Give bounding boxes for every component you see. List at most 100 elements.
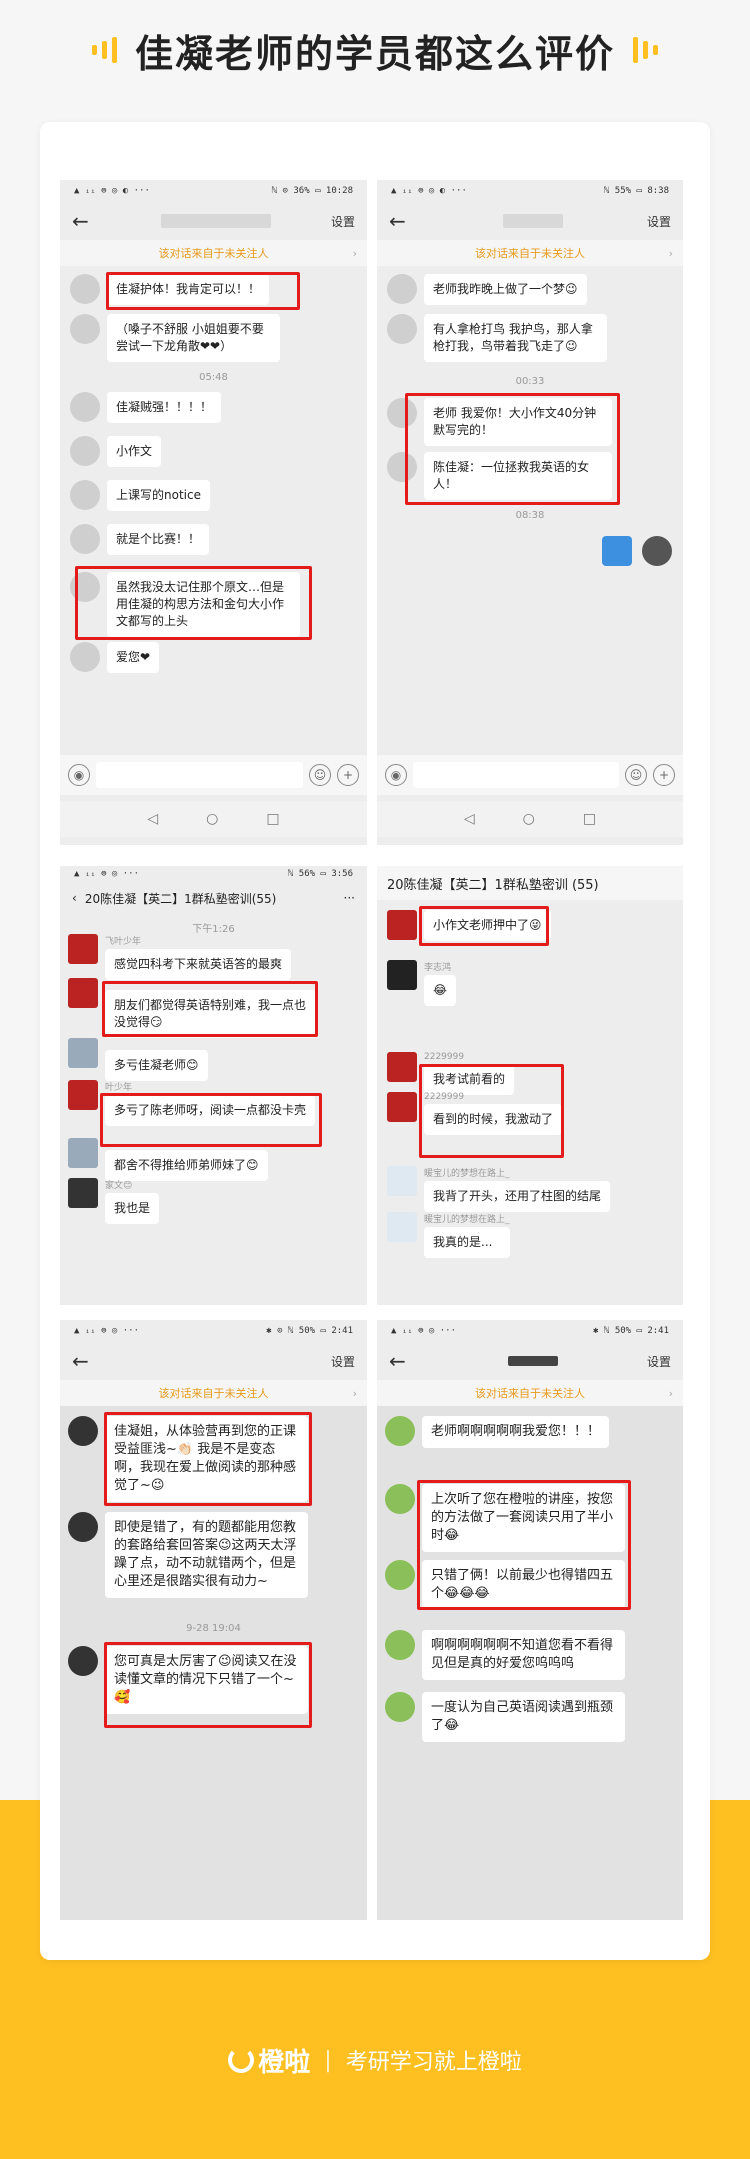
avatar[interactable] (68, 934, 98, 964)
avatar[interactable] (387, 1052, 417, 1082)
avatar[interactable] (70, 642, 100, 672)
back-triangle-icon[interactable]: ◁ (464, 811, 475, 827)
chat-message: 飞叶少年 感觉四科考下来就英语答的最爽 (68, 934, 292, 980)
chat-message: 啊啊啊啊啊啊不知道您看不看得见但是真的好爱您呜呜呜 (385, 1630, 625, 1680)
recents-square-icon[interactable]: □ (266, 811, 279, 827)
avatar[interactable] (70, 524, 100, 554)
highlight-box (104, 1642, 312, 1728)
avatar[interactable] (385, 1630, 415, 1660)
back-arrow-icon[interactable]: ← (72, 1349, 102, 1373)
settings-button[interactable]: 设置 (647, 213, 671, 230)
settings-button[interactable]: 设置 (331, 213, 355, 230)
chat-message: 老师我昨晚上做了一个梦😉 (387, 274, 587, 305)
warning-text: 该对话来自于未关注人 (475, 247, 585, 260)
status-bar: ▲ ᵢᵢ ⊜ ◎ ··· ✱ ℕ 50% ▭ 2:41 (377, 1320, 683, 1342)
avatar[interactable] (68, 1646, 98, 1676)
stranger-warning-banner[interactable]: 该对话来自于未关注人 › (377, 240, 683, 266)
chat-message: （嗓子不舒服 小姐姐要不要尝试一下龙角散❤❤） (70, 314, 280, 362)
avatar[interactable] (68, 1512, 98, 1542)
back-arrow-icon[interactable]: ← (389, 209, 419, 233)
avatar[interactable] (385, 1692, 415, 1722)
avatar[interactable] (68, 1416, 98, 1446)
avatar[interactable] (68, 1038, 98, 1068)
avatar[interactable] (70, 274, 100, 304)
avatar[interactable] (70, 314, 100, 344)
back-arrow-icon[interactable]: ← (389, 1349, 419, 1373)
avatar[interactable] (385, 1416, 415, 1446)
recents-square-icon[interactable]: □ (583, 811, 596, 827)
message-bubble: 有人拿枪打鸟 我护鸟，那人拿枪打我，鸟带着我飞走了😉 (424, 314, 607, 362)
avatar[interactable] (385, 1484, 415, 1514)
emoji-icon[interactable]: ☺ (625, 764, 647, 786)
back-arrow-icon[interactable]: ← (72, 209, 102, 233)
highlight-box (102, 981, 318, 1037)
chat-message: 上课写的notice (70, 480, 210, 511)
sender-nickname: 家文😊 (105, 1181, 133, 1191)
status-icons-left: ▲ ᵢᵢ ⊜ ◎ ◐ ··· (74, 186, 150, 196)
group-chat-screenshot-1: ▲ ᵢᵢ ⊜ ◎ ··· ℕ 56% ▭ 3:56 ‹ 20陈佳凝【英二】1群私塾… (60, 866, 367, 1305)
plus-icon[interactable]: + (653, 764, 675, 786)
stranger-warning-banner[interactable]: 该对话来自于未关注人 › (377, 1380, 683, 1406)
blurred-contact-name (502, 214, 563, 228)
group-name: 20陈佳凝【英二】1群私塾密训 (55) (377, 866, 683, 900)
warning-text: 该对话来自于未关注人 (158, 1387, 269, 1400)
voice-icon[interactable]: ◉ (385, 764, 407, 786)
voice-icon[interactable]: ◉ (68, 764, 90, 786)
brand-name: 橙啦 (258, 2047, 311, 2078)
message-input[interactable] (96, 762, 303, 788)
avatar[interactable] (387, 274, 417, 304)
avatar[interactable] (68, 1178, 98, 1208)
chevron-right-icon: › (668, 246, 673, 260)
sender-nickname: 李志鸿 (424, 963, 452, 973)
sticker-image[interactable] (602, 536, 632, 566)
blurred-contact-name (161, 214, 272, 228)
plus-icon[interactable]: + (337, 764, 359, 786)
home-circle-icon[interactable]: ○ (523, 811, 535, 827)
sender-nickname: 2229999 (424, 1052, 465, 1062)
avatar[interactable] (70, 480, 100, 510)
message-bubble: 即使是错了，有的题都能用您教的套路给套回答案😉这两天太浮躁了点，动不动就错两个，… (105, 1512, 308, 1598)
message-bubble: 小作文 (107, 436, 162, 467)
self-avatar[interactable] (642, 536, 672, 566)
message-bubble: 我背了开头，还用了柱图的结尾 (424, 1181, 611, 1212)
footer-slogan: 考研学习就上橙啦 (345, 2050, 522, 2075)
avatar[interactable] (387, 910, 417, 940)
group-nav-bar: ‹ 20陈佳凝【英二】1群私塾密训(55) ··· (60, 882, 367, 914)
message-bubble: 上课写的notice (107, 480, 210, 511)
highlight-box (419, 1064, 564, 1158)
message-bubble: 😂 (424, 975, 457, 1006)
avatar[interactable] (70, 436, 100, 466)
avatar[interactable] (68, 1138, 98, 1168)
message-input[interactable] (413, 762, 619, 788)
avatar[interactable] (387, 314, 417, 344)
emoji-icon[interactable]: ☺ (309, 764, 331, 786)
chat-message: 家文😊 我也是 (68, 1178, 160, 1224)
message-bubble: 爱您❤ (107, 642, 160, 673)
avatar[interactable] (70, 392, 100, 422)
back-chevron-icon[interactable]: ‹ (72, 891, 77, 905)
chat-message: 即使是错了，有的题都能用您教的套路给套回答案😉这两天太浮躁了点，动不动就错两个，… (68, 1512, 308, 1598)
avatar[interactable] (387, 1092, 417, 1122)
sender-nickname: 叶少年 (105, 1083, 133, 1093)
settings-button[interactable]: 设置 (647, 1353, 671, 1370)
avatar[interactable] (387, 1166, 417, 1196)
status-icons-left: ▲ ᵢᵢ ⊜ ◎ ··· (74, 869, 140, 879)
chat-message: 有人拿枪打鸟 我护鸟，那人拿枪打我，鸟带着我飞走了😉 (387, 314, 607, 362)
more-icon[interactable]: ··· (344, 891, 355, 905)
avatar[interactable] (387, 960, 417, 990)
stranger-warning-banner[interactable]: 该对话来自于未关注人 › (60, 1380, 367, 1406)
avatar[interactable] (385, 1560, 415, 1590)
settings-button[interactable]: 设置 (331, 1353, 355, 1370)
group-name: 20陈佳凝【英二】1群私塾密训(55) (84, 891, 277, 906)
stranger-warning-banner[interactable]: 该对话来自于未关注人 › (60, 240, 367, 266)
message-bubble: 佳凝贼强！！！！ (107, 392, 222, 423)
avatar[interactable] (68, 1080, 98, 1110)
chat-screenshot-3: ▲ ᵢᵢ ⊜ ◎ ··· ✱ ⊙ ℕ 50% ▭ 2:41 ← 设置 该对话来自于… (60, 1320, 367, 1920)
avatar[interactable] (68, 978, 98, 1008)
back-triangle-icon[interactable]: ◁ (147, 811, 158, 827)
home-circle-icon[interactable]: ○ (206, 811, 218, 827)
timestamp: 08:38 (515, 510, 545, 521)
avatar[interactable] (387, 1212, 417, 1242)
highlight-box (405, 393, 620, 505)
chat-nav-bar: ← 设置 (377, 1342, 683, 1380)
